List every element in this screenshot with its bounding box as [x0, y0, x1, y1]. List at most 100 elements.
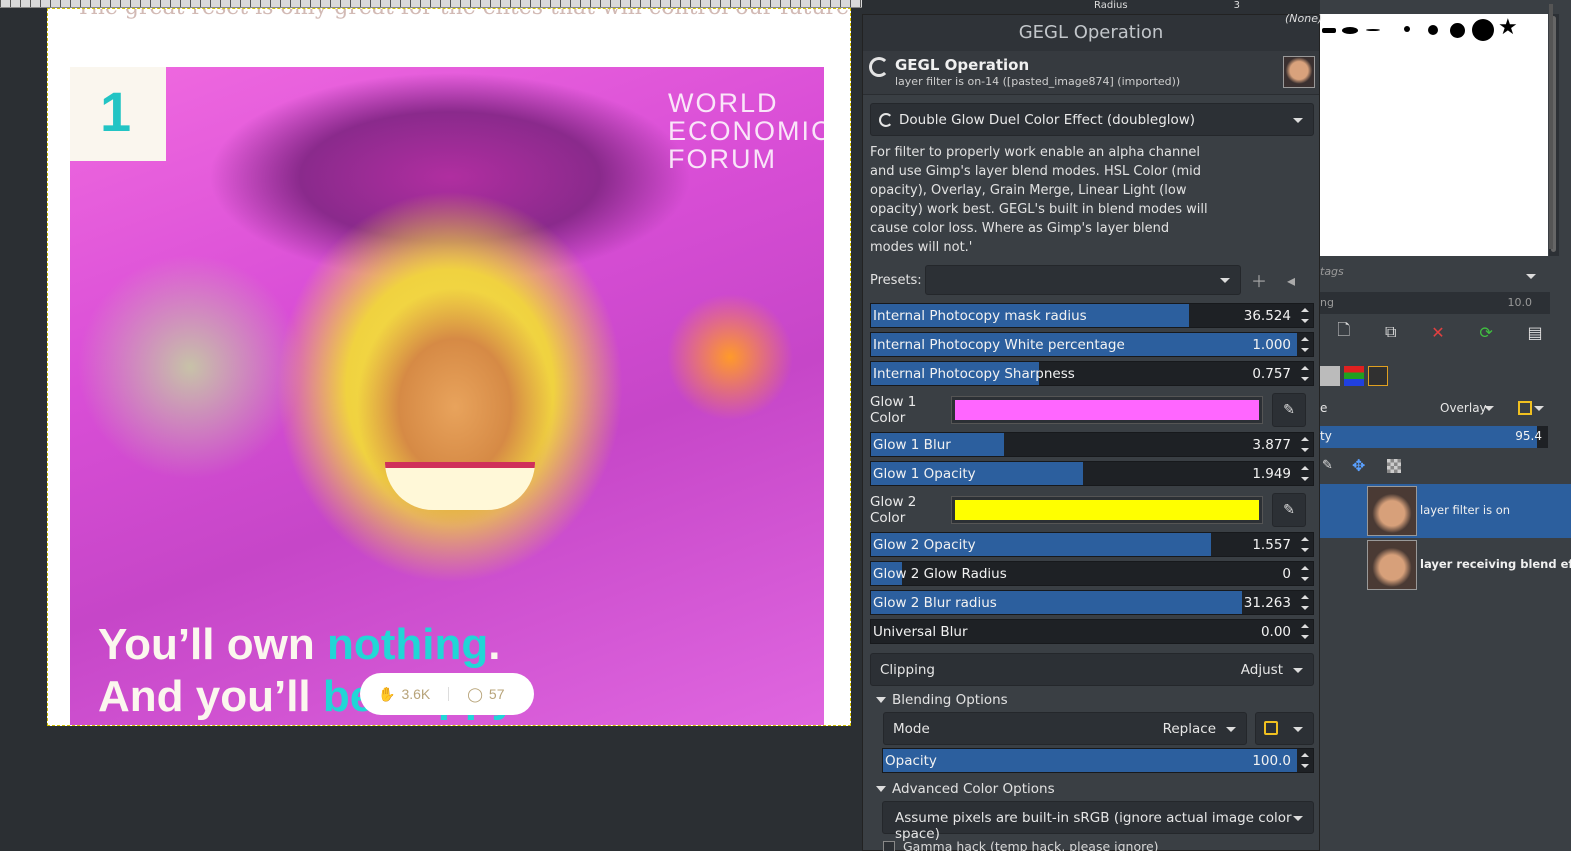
layer-opacity-slider[interactable]: ty 95.4 [1320, 426, 1548, 448]
radius-field[interactable]: Radius 3 [1090, 0, 1260, 14]
spin-buttons[interactable] [1297, 562, 1313, 585]
gegl-logo-icon [869, 57, 889, 77]
right-dock: Radius 3 (None) ★ tags ng 10.0 🗋 ⧉ ✕ ⟳ ▤… [1090, 0, 1571, 851]
expander-arrow-icon [876, 697, 886, 703]
dialog-title: GEGL Operation [863, 15, 1319, 51]
dialog-header: GEGL Operation layer filter is on-14 ([p… [863, 51, 1319, 95]
layer-row[interactable]: layer receiving blend effect [1320, 538, 1571, 592]
horizontal-ruler [0, 0, 862, 8]
chevron-down-icon [1293, 815, 1303, 821]
photo: 1 WORLD ECONOMIC FORUM You’ll own nothin… [70, 67, 824, 725]
slider-opacity[interactable]: Opacity 100.0 [882, 748, 1314, 773]
tagline-text: You’ll own [98, 620, 327, 669]
slider-glow2-blur-radius[interactable]: Glow 2 Blur radius 31.263 [870, 590, 1314, 615]
duplicate-brush-icon[interactable]: ⧉ [1385, 322, 1396, 342]
presets-label: Presets: [870, 272, 922, 288]
preset-menu-button[interactable]: ◂ [1277, 266, 1305, 294]
brush-icon[interactable] [1342, 27, 1358, 34]
tagline-text: . [488, 620, 501, 669]
tagline-highlight: nothing [326, 620, 489, 669]
new-brush-icon[interactable]: 🗋 [1337, 319, 1350, 346]
spin-buttons[interactable] [1297, 304, 1313, 327]
delete-brush-icon[interactable]: ✕ [1431, 323, 1444, 342]
layer-mode-combo[interactable]: Overlay [1432, 395, 1504, 421]
blending-options-expander[interactable]: Blending Options [870, 689, 1314, 711]
slider-photocopy-mask-radius[interactable]: Internal Photocopy mask radius 36.524 [870, 303, 1314, 328]
slider-glow2-opacity[interactable]: Glow 2 Opacity 1.557 [870, 532, 1314, 557]
tags-placeholder: tags [1320, 265, 1344, 278]
glow2-color-picker-button[interactable]: ✎ [1272, 493, 1306, 527]
wef-logo-line: WORLD [668, 88, 779, 118]
layer-mode-label: e [1320, 401, 1328, 415]
brush-icon[interactable] [1428, 25, 1438, 35]
spin-buttons[interactable] [1297, 749, 1313, 772]
slider-value: 31.263 [1243, 595, 1291, 611]
eyedropper-icon: ✎ [1283, 502, 1295, 518]
lock-position-icon[interactable]: ✥ [1352, 456, 1365, 475]
open-as-image-icon[interactable]: ▤ [1528, 323, 1543, 342]
clipping-value: Adjust [1240, 662, 1283, 678]
glow1-color-picker-button[interactable]: ✎ [1272, 393, 1306, 427]
slider-photocopy-white-percentage[interactable]: Internal Photocopy White percentage 1.00… [870, 332, 1314, 357]
brush-grid[interactable]: (None) ★ [1285, 12, 1548, 256]
slider-universal-blur[interactable]: Universal Blur 0.00 [870, 619, 1314, 644]
blending-options-label: Blending Options [892, 692, 1008, 708]
chevron-down-icon [1534, 406, 1544, 411]
brush-icon[interactable] [1366, 29, 1380, 31]
glow2-color-well[interactable] [951, 496, 1263, 524]
spin-buttons[interactable] [1297, 620, 1313, 643]
gamma-hack-checkbox[interactable] [883, 841, 895, 851]
spin-buttons[interactable] [1297, 333, 1313, 356]
gamma-hack-row[interactable]: Gamma hack (temp hack, please ignore) [883, 839, 1327, 851]
add-preset-button[interactable]: ＋ [1245, 266, 1273, 294]
brush-icon[interactable] [1472, 19, 1494, 41]
layer-dock-tabs [1320, 364, 1571, 388]
header-subtitle: layer filter is on-14 ([pasted_image874]… [895, 75, 1181, 88]
layer-row-selected[interactable]: layer filter is on [1320, 484, 1571, 538]
spin-buttons[interactable] [1297, 433, 1313, 456]
tab-paths-icon[interactable] [1368, 366, 1388, 386]
brush-icon[interactable] [1404, 26, 1410, 32]
slider-glow1-opacity[interactable]: Glow 1 Opacity 1.949 [870, 461, 1314, 486]
glow2-color-row: Glow 2 Color ✎ [870, 492, 1314, 528]
composite-mode-button[interactable] [1255, 712, 1314, 745]
slider-glow2-glow-radius[interactable]: Glow 2 Glow Radius 0 [870, 561, 1314, 586]
operation-select[interactable]: Double Glow Duel Color Effect (doubleglo… [870, 103, 1314, 136]
advanced-color-expander[interactable]: Advanced Color Options [870, 778, 1314, 800]
star-brush-icon[interactable]: ★ [1498, 15, 1518, 40]
lock-alpha-icon[interactable] [1387, 459, 1401, 473]
image-canvas[interactable]: The great reset is only great for the el… [0, 8, 862, 851]
tags-field[interactable]: tags [1320, 265, 1550, 287]
slider-photocopy-sharpness[interactable]: Internal Photocopy Sharpness 0.757 [870, 361, 1314, 386]
clipping-combo[interactable]: Clipping Adjust [870, 653, 1314, 686]
tab-layers-icon[interactable] [1320, 366, 1340, 386]
spin-buttons[interactable] [1297, 533, 1313, 556]
presets-combo[interactable] [925, 265, 1241, 295]
dock-menu-icon[interactable] [1548, 366, 1560, 386]
lock-paint-icon[interactable]: ✎ [1322, 458, 1333, 473]
layer-name: layer receiving blend effect [1420, 557, 1571, 571]
spacing-slider[interactable]: ng 10.0 [1320, 292, 1550, 314]
spin-buttons[interactable] [1297, 462, 1313, 485]
brush-icon[interactable] [1450, 23, 1465, 38]
color-space-combo[interactable]: Assume pixels are built-in sRGB (ignore … [882, 801, 1314, 842]
brush-icon[interactable] [1322, 28, 1336, 33]
eyedropper-icon: ✎ [1283, 402, 1295, 418]
spin-buttons[interactable] [1297, 591, 1313, 614]
blend-mode-combo[interactable]: Mode Replace [883, 712, 1247, 745]
mode-value: Replace [1162, 721, 1216, 737]
slider-value: 0.757 [1252, 366, 1291, 382]
spin-buttons[interactable] [1297, 362, 1313, 385]
photo-number-box: 1 [70, 67, 166, 161]
slider-glow1-blur[interactable]: Glow 1 Blur 3.877 [870, 432, 1314, 457]
slider-fill [1320, 426, 1537, 448]
dock-scrollbar[interactable] [1549, 4, 1553, 249]
layer-composite-button[interactable] [1510, 395, 1554, 421]
gamma-hack-label: Gamma hack (temp hack, please ignore) [903, 839, 1159, 851]
refresh-icon[interactable]: ⟳ [1479, 323, 1492, 342]
tab-channels-icon[interactable] [1344, 366, 1364, 386]
layer-mode-value: Overlay [1440, 401, 1487, 415]
glow1-color-well[interactable] [951, 396, 1263, 424]
document-page: The great reset is only great for the el… [47, 8, 851, 726]
slider-label: Universal Blur [873, 624, 968, 640]
